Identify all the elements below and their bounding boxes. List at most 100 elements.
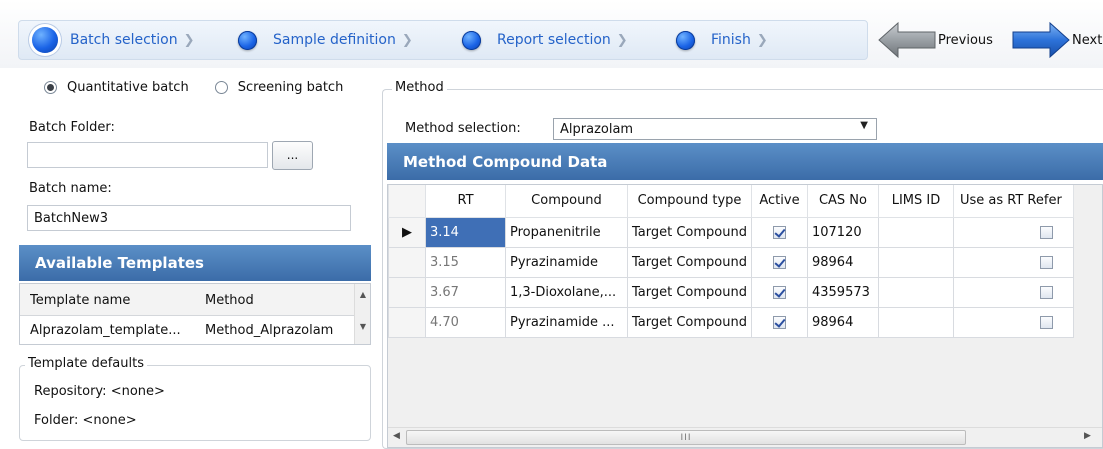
lims-id-cell[interactable] (877, 246, 954, 278)
template-repository-text: Repository: <none> (34, 384, 165, 399)
radio-quantitative-batch[interactable]: Quantitative batch (44, 80, 189, 95)
arrow-right-icon (1012, 21, 1070, 59)
rt-reference-cell[interactable] (952, 246, 1074, 278)
rt-reference-cell[interactable] (952, 306, 1074, 338)
step-indicator-icon (462, 30, 481, 50)
compound-type-cell[interactable]: Target Compound (627, 216, 752, 248)
row-header-cell[interactable] (388, 246, 426, 278)
templates-grid[interactable]: Template name Method Alprazolam_template… (19, 283, 371, 345)
rt-reference-checkbox[interactable] (1039, 285, 1053, 299)
column-header-template-name[interactable]: Template name (30, 293, 130, 308)
active-checkbox[interactable] (772, 315, 786, 329)
compound-type-cell[interactable]: Target Compound (627, 246, 752, 278)
browse-folder-button[interactable]: ... (272, 141, 313, 170)
template-defaults-title: Template defaults (25, 356, 147, 371)
scrollbar-thumb[interactable]: III (406, 430, 966, 445)
table-row[interactable]: 3.15 Pyrazinamide Target Compound 98964 (388, 246, 1074, 278)
rt-cell[interactable]: 4.70 (425, 306, 506, 338)
rt-cell[interactable]: 3.15 (425, 246, 506, 278)
column-header-use-as-rt-reference[interactable]: Use as RT Refer (952, 185, 1074, 218)
compound-data-grid[interactable]: RT Compound Compound type Active CAS No … (387, 184, 1103, 448)
compound-cell[interactable]: Pyrazinamide (505, 246, 628, 278)
rt-reference-cell[interactable] (952, 276, 1074, 308)
batch-folder-input[interactable] (27, 142, 268, 168)
scrollbar-grip-icon: III (680, 433, 692, 443)
radio-screening-batch[interactable]: Screening batch (214, 80, 343, 95)
step-label: Sample definition (273, 32, 396, 48)
column-header-cas-no[interactable]: CAS No (806, 185, 879, 218)
compound-type-cell[interactable]: Target Compound (627, 306, 752, 338)
chevron-right-icon: ❯ (401, 32, 413, 48)
cas-no-cell[interactable]: 4359573 (806, 276, 879, 308)
lims-id-cell[interactable] (877, 306, 954, 338)
rt-cell[interactable]: 3.14 (425, 216, 506, 248)
wizard-step-finish[interactable]: Finish ❯ (676, 20, 768, 60)
column-header-lims-id[interactable]: LIMS ID (877, 185, 954, 218)
active-checkbox[interactable] (772, 225, 786, 239)
method-selection-dropdown[interactable]: Alprazolam ▼ (553, 118, 877, 140)
wizard-step-sample-definition[interactable]: Sample definition ❯ (238, 20, 413, 60)
scroll-up-icon[interactable]: ▲ (355, 290, 370, 299)
compound-grid-horizontal-scrollbar[interactable]: ◀ III ▶ (388, 427, 1102, 447)
method-compound-data-header: Method Compound Data (387, 143, 1103, 180)
active-cell[interactable] (750, 246, 808, 278)
compound-type-cell[interactable]: Target Compound (627, 276, 752, 308)
chevron-right-icon: ❯ (756, 32, 768, 48)
step-label: Report selection (497, 32, 611, 48)
rt-reference-checkbox[interactable] (1039, 315, 1053, 329)
cas-no-cell[interactable]: 98964 (806, 306, 879, 338)
batch-type-group: Quantitative batch Screening batch (44, 80, 343, 95)
next-label: Next (1072, 32, 1103, 48)
column-header-compound-type[interactable]: Compound type (627, 185, 752, 218)
scroll-right-icon[interactable]: ▶ (1084, 431, 1091, 441)
template-folder-text: Folder: <none> (34, 413, 137, 428)
column-header-method[interactable]: Method (205, 293, 254, 308)
current-row-pointer-icon[interactable]: ▶ (388, 216, 426, 248)
column-header-rt[interactable]: RT (425, 185, 506, 218)
method-selection-label: Method selection: (405, 121, 521, 136)
wizard-step-report-selection[interactable]: Report selection ❯ (462, 20, 628, 60)
template-name-cell: Alprazolam_template... (30, 323, 181, 338)
column-header-compound[interactable]: Compound (505, 185, 628, 218)
compound-cell[interactable]: Pyrazinamide ... (505, 306, 628, 338)
row-header-cell[interactable] (388, 276, 426, 308)
compound-cell[interactable]: Propanenitrile (505, 216, 628, 248)
method-selection-value: Alprazolam (560, 122, 634, 137)
lims-id-cell[interactable] (877, 276, 954, 308)
active-cell[interactable] (750, 276, 808, 308)
radio-selected-icon (44, 81, 57, 94)
active-checkbox[interactable] (772, 285, 786, 299)
scroll-left-icon[interactable]: ◀ (393, 431, 400, 441)
rt-reference-checkbox[interactable] (1039, 255, 1053, 269)
wizard-step-batch-selection[interactable]: Batch selection ❯ (32, 20, 195, 60)
previous-button[interactable]: Previous (878, 21, 993, 59)
row-header-corner (388, 185, 426, 218)
compound-cell[interactable]: 1,3-Dioxolane,... (505, 276, 628, 308)
rt-reference-cell[interactable] (952, 216, 1074, 248)
template-defaults-group (19, 365, 371, 441)
rt-reference-checkbox[interactable] (1039, 225, 1053, 239)
active-cell[interactable] (750, 306, 808, 338)
next-button[interactable]: Next (1012, 21, 1103, 59)
radio-unselected-icon (214, 81, 228, 94)
table-row[interactable]: ▶ 3.14 Propanenitrile Target Compound 10… (388, 216, 1074, 248)
rt-cell[interactable]: 3.67 (425, 276, 506, 308)
lims-id-cell[interactable] (877, 216, 954, 248)
scroll-down-icon[interactable]: ▼ (355, 322, 370, 331)
wizard-header: Batch selection ❯ Sample definition ❯ Re… (0, 0, 1103, 68)
step-label: Finish (711, 32, 751, 48)
compound-table: RT Compound Compound type Active CAS No … (388, 185, 1074, 338)
template-method-cell: Method_Alprazolam (205, 323, 334, 338)
compound-table-header-row: RT Compound Compound type Active CAS No … (388, 185, 1074, 218)
table-row[interactable]: 4.70 Pyrazinamide ... Target Compound 98… (388, 306, 1074, 338)
cas-no-cell[interactable]: 98964 (806, 246, 879, 278)
row-header-cell[interactable] (388, 306, 426, 338)
batch-name-input[interactable] (27, 205, 351, 231)
table-row[interactable]: 3.67 1,3-Dioxolane,... Target Compound 4… (388, 276, 1074, 308)
templates-vertical-scrollbar[interactable]: ▲ ▼ (354, 284, 370, 344)
active-checkbox[interactable] (772, 255, 786, 269)
step-indicator-icon (676, 30, 695, 50)
active-cell[interactable] (750, 216, 808, 248)
cas-no-cell[interactable]: 107120 (806, 216, 879, 248)
column-header-active[interactable]: Active (750, 185, 808, 218)
